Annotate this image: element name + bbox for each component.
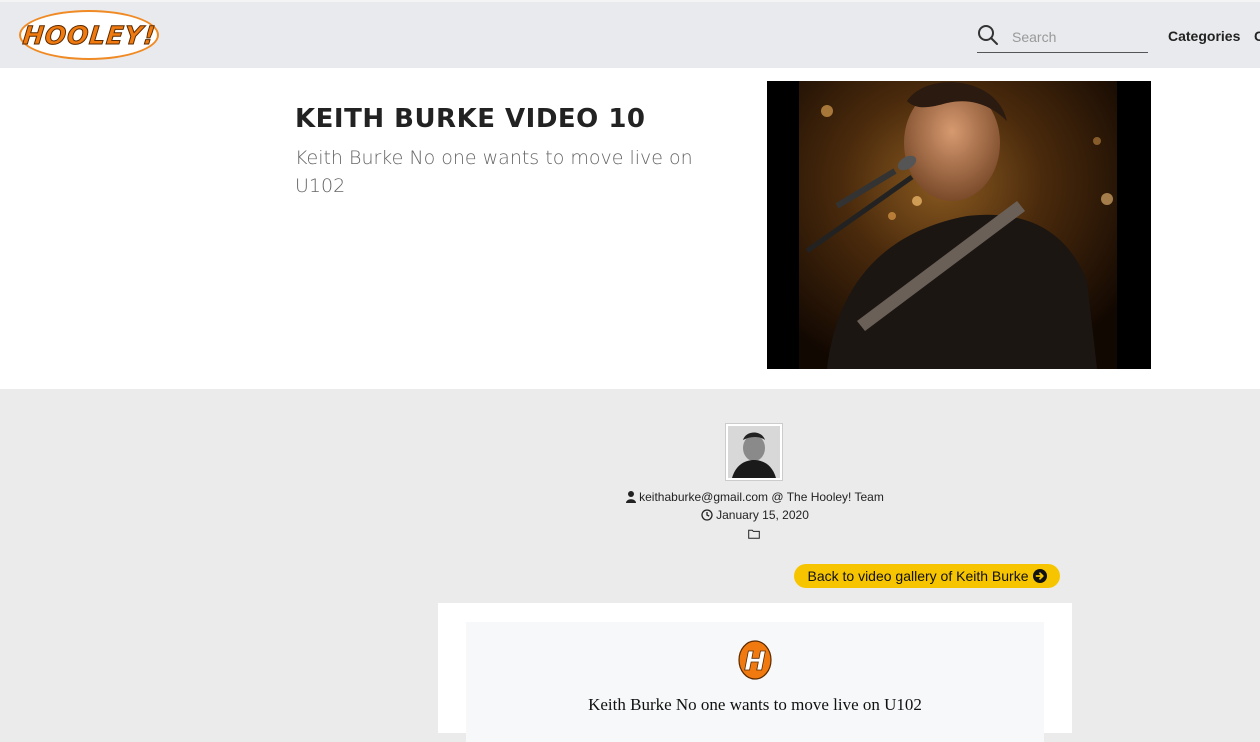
- user-icon: [626, 491, 637, 503]
- back-to-gallery-button[interactable]: Back to video gallery of Keith Burke: [794, 564, 1060, 588]
- hooley-h-letter: H: [744, 647, 766, 677]
- date-line: January 15, 2020: [0, 508, 1260, 522]
- video-player[interactable]: [767, 81, 1151, 369]
- category-line: [0, 526, 1260, 540]
- site-logo-text: HOOLEY!: [20, 20, 157, 50]
- site-header: HOOLEY! Categories C: [0, 0, 1260, 68]
- author-avatar-image: [728, 426, 780, 478]
- search-input[interactable]: [1010, 26, 1144, 48]
- video-hero: KEITH BURKE VIDEO 10 Keith Burke No one …: [0, 68, 1260, 389]
- author-email[interactable]: keithaburke@gmail.com: [639, 490, 768, 504]
- search-icon[interactable]: [977, 24, 999, 46]
- video-card-inner: H Keith Burke No one wants to move live …: [466, 622, 1044, 742]
- author-team[interactable]: The Hooley! Team: [787, 490, 884, 504]
- hooley-h-icon: H: [738, 640, 772, 680]
- author-line: keithaburke@gmail.com @ The Hooley! Team: [0, 490, 1260, 504]
- search-box: [977, 22, 1148, 53]
- back-to-gallery-label: Back to video gallery of Keith Burke: [807, 568, 1029, 584]
- author-avatar[interactable]: [725, 423, 783, 481]
- page-title: KEITH BURKE VIDEO 10: [295, 104, 646, 134]
- video-card: H Keith Burke No one wants to move live …: [438, 603, 1072, 742]
- video-thumbnail: [767, 81, 1151, 369]
- site-logo[interactable]: HOOLEY!: [19, 10, 159, 60]
- folder-icon[interactable]: [747, 529, 760, 539]
- nav-categories[interactable]: Categories: [1168, 28, 1240, 44]
- page-subtitle: Keith Burke No one wants to move live on…: [295, 147, 693, 197]
- post-date: January 15, 2020: [716, 508, 809, 522]
- clock-icon: [701, 509, 713, 521]
- author-separator: @: [771, 490, 784, 504]
- card-title: Keith Burke No one wants to move live on…: [588, 695, 922, 714]
- nav-item-clipped[interactable]: C: [1254, 28, 1260, 44]
- arrow-circle-right-icon: [1032, 569, 1047, 583]
